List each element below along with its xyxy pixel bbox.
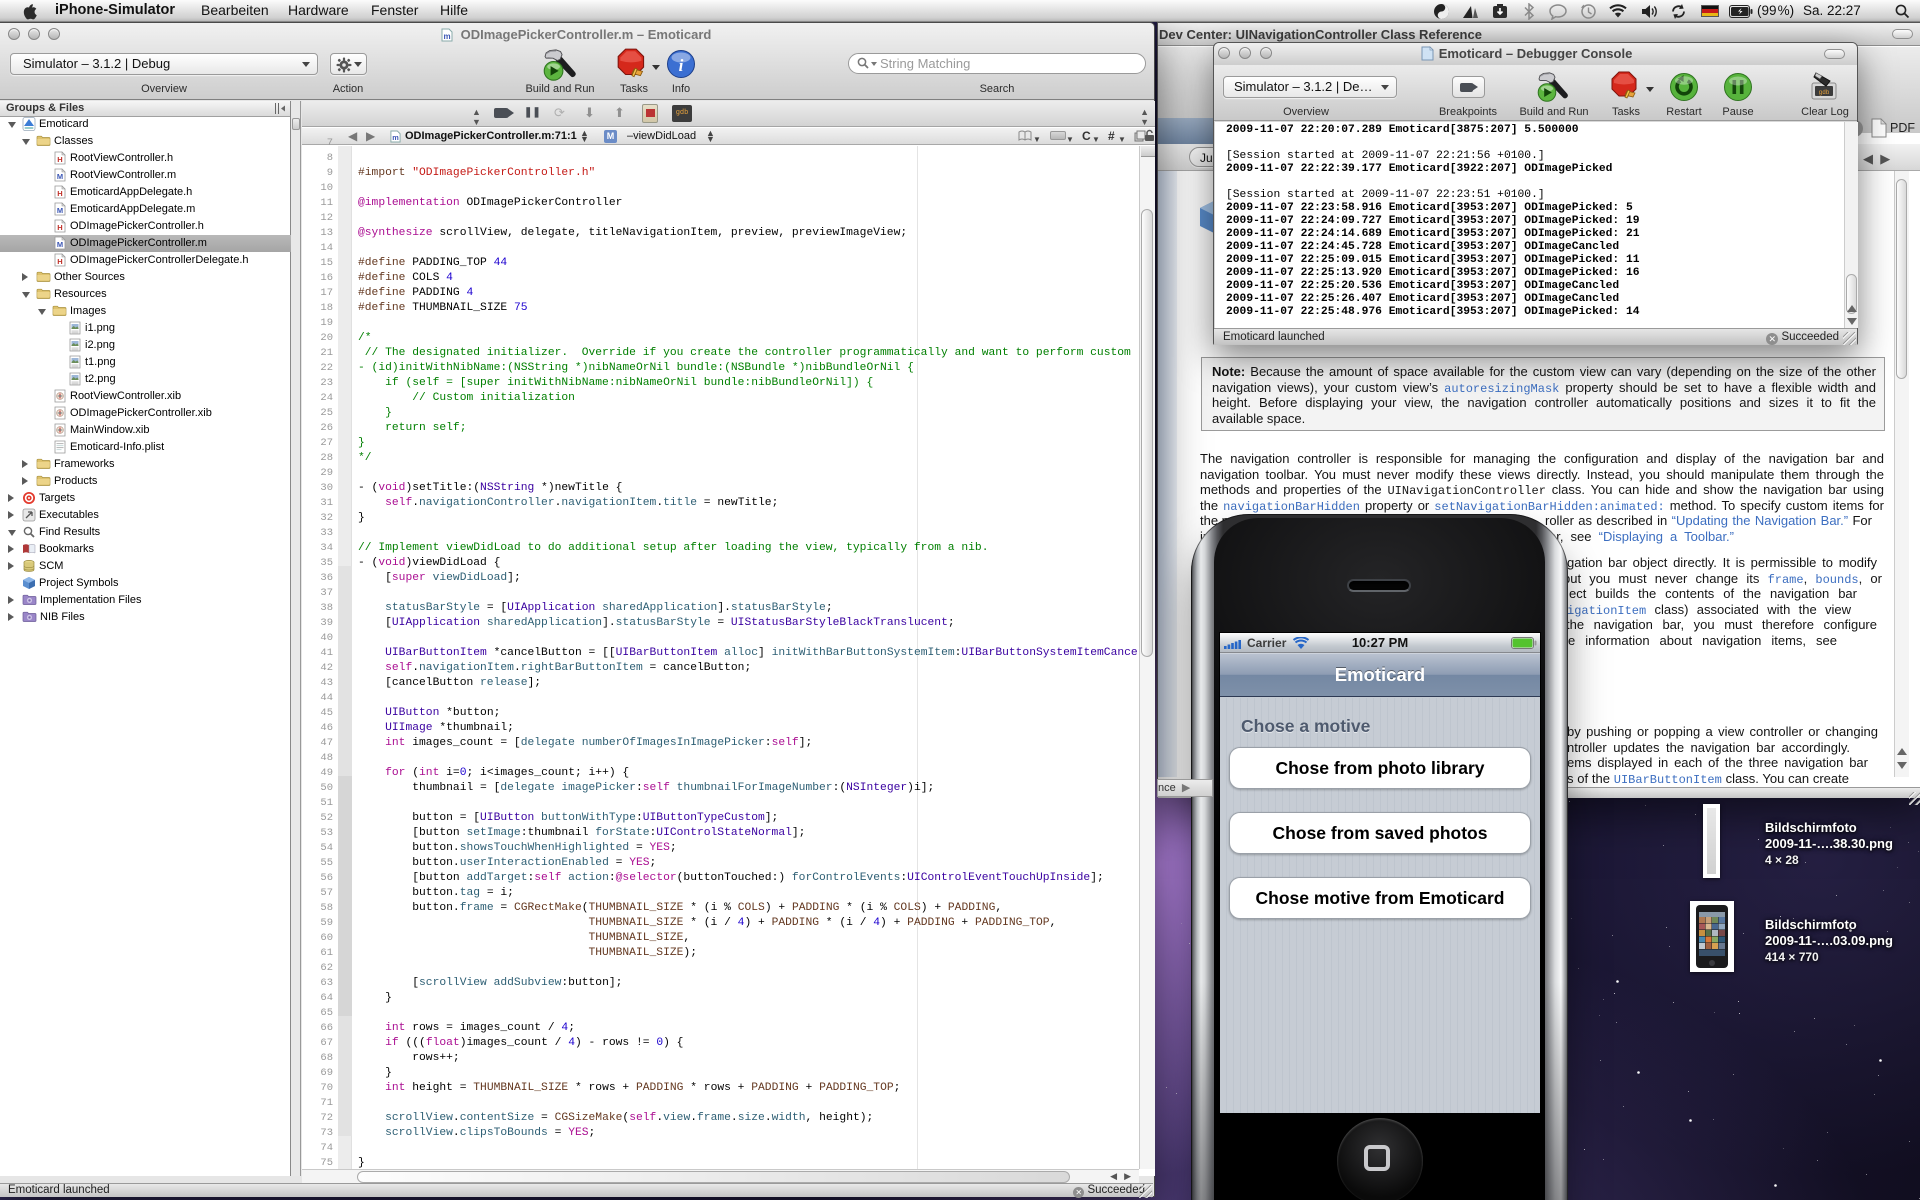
svg-text:M: M [57, 172, 63, 181]
svg-text:gdb: gdb [1819, 89, 1830, 96]
svg-text:m: m [443, 32, 450, 41]
svg-text:H: H [57, 189, 62, 198]
svg-text:H: H [57, 223, 62, 232]
svg-text:H: H [57, 257, 62, 266]
svg-text:m: m [392, 133, 399, 142]
svg-text:M: M [57, 240, 63, 249]
svg-text:M: M [57, 206, 63, 215]
svg-text:i: i [679, 56, 684, 75]
svg-text:H: H [57, 155, 62, 164]
